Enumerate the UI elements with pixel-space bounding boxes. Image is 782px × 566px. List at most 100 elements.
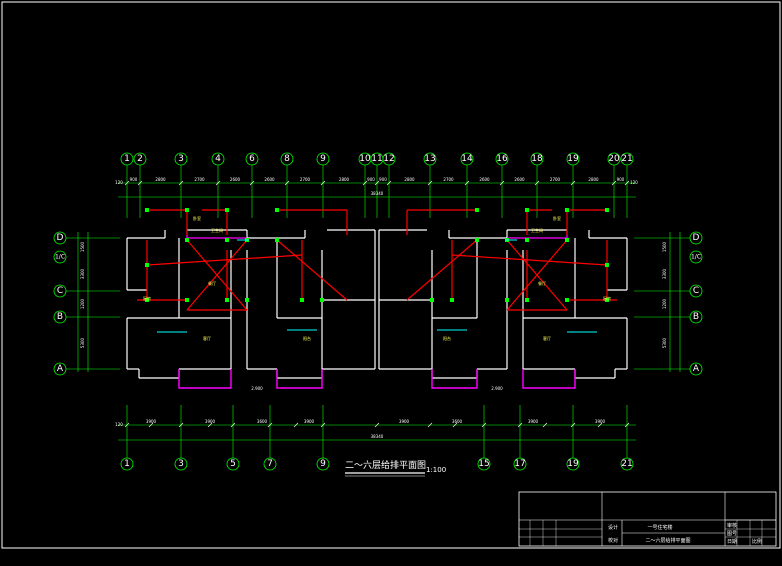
plumbing-pipes bbox=[137, 209, 617, 311]
fixture-marker bbox=[245, 298, 249, 302]
axis-label-left: B bbox=[57, 312, 63, 322]
dim-text-top: 2700 bbox=[194, 177, 205, 182]
room-label: 厨房 bbox=[603, 295, 611, 301]
dim-text-top: 2700 bbox=[300, 177, 311, 182]
stair-elevation: 2.900 bbox=[491, 386, 503, 391]
dim-text-top: 2700 bbox=[443, 177, 454, 182]
fixture-marker bbox=[300, 298, 304, 302]
dim-text-top: 2800 bbox=[588, 177, 599, 182]
fixture-marker bbox=[275, 238, 279, 242]
fixture-marker bbox=[430, 298, 434, 302]
title-block-project: 一号住宅楼 bbox=[647, 524, 672, 531]
pipe-segment bbox=[406, 239, 478, 301]
axis-label-minor-right: 1/C bbox=[691, 254, 701, 261]
cad-drawing: 900 2800 2700 2600 2600 2700 2800 900 900 2800 270… bbox=[1, 1, 781, 549]
axis-label-top: 21 bbox=[621, 154, 632, 164]
title-block-label-check: 校对 bbox=[608, 537, 618, 544]
fixture-marker bbox=[225, 208, 229, 212]
dim-total-bottom: 38340 bbox=[371, 434, 384, 439]
dim-text-top: 2700 bbox=[550, 177, 561, 182]
dim-text-bottom: 3900 bbox=[399, 419, 410, 424]
room-label: 客厅 bbox=[203, 335, 211, 341]
dim-edge-top-left: 120 bbox=[115, 180, 123, 185]
axis-label-top: 20 bbox=[608, 154, 620, 164]
dim-text-bottom: 3900 bbox=[304, 419, 315, 424]
axis-label-bottom: 5 bbox=[230, 459, 236, 469]
dim-text-top: 900 bbox=[379, 177, 387, 182]
axis-label-top: 4 bbox=[215, 154, 221, 164]
drawing-scale: 1:100 bbox=[426, 466, 446, 474]
fixture-marker bbox=[185, 208, 189, 212]
dim-text-left: 3300 bbox=[80, 268, 85, 279]
title-block-label-design: 设计 bbox=[608, 524, 618, 531]
dim-text-right: 5300 bbox=[662, 337, 667, 348]
axis-label-top: 13 bbox=[424, 154, 435, 164]
fixture-marker bbox=[565, 298, 569, 302]
axis-label-top: 1 bbox=[124, 154, 130, 164]
fixture-marker bbox=[185, 298, 189, 302]
dim-text-top: 2600 bbox=[479, 177, 490, 182]
axis-label-bottom: 15 bbox=[478, 459, 489, 469]
pipe-segment bbox=[451, 254, 608, 266]
dim-text-top: 2600 bbox=[264, 177, 275, 182]
dim-text-top: 2600 bbox=[230, 177, 241, 182]
stair-elevation: 2.900 bbox=[251, 386, 263, 391]
room-label: 阳台 bbox=[443, 335, 451, 341]
fixture-marker bbox=[565, 208, 569, 212]
axis-label-minor-left: 1/C bbox=[55, 254, 65, 261]
fixture-marker bbox=[275, 208, 279, 212]
room-label: 卫生间 bbox=[531, 227, 543, 233]
fixture-marker bbox=[185, 238, 189, 242]
axis-label-right: C bbox=[693, 286, 699, 296]
axis-label-bottom: 3 bbox=[178, 459, 184, 469]
axis-label-left: D bbox=[57, 233, 64, 243]
dim-text-bottom: 3900 bbox=[205, 419, 216, 424]
dim-text-left: 1500 bbox=[80, 241, 85, 252]
axis-label-bottom: 1 bbox=[124, 459, 130, 469]
balcony-outline bbox=[522, 369, 576, 389]
dim-text-left: 1200 bbox=[80, 298, 85, 309]
dim-text-bottom: 3900 bbox=[146, 419, 157, 424]
title-block-sheet: 二～六层给排平面图 bbox=[645, 537, 690, 544]
dim-text-right: 3300 bbox=[662, 268, 667, 279]
pipe-segment bbox=[146, 254, 303, 266]
dim-total-top: 38340 bbox=[371, 191, 384, 196]
dim-text-bottom: 3600 bbox=[452, 419, 463, 424]
fixture-marker bbox=[475, 238, 479, 242]
axis-label-top: 12 bbox=[383, 154, 394, 164]
axis-label-top: 16 bbox=[496, 154, 508, 164]
room-label: 阳台 bbox=[303, 335, 311, 341]
room-label: 厨房 bbox=[143, 295, 151, 301]
axis-label-bottom: 21 bbox=[621, 459, 632, 469]
axis-label-bottom: 19 bbox=[567, 459, 579, 469]
fixture-marker bbox=[145, 208, 149, 212]
fixture-marker bbox=[525, 208, 529, 212]
title-block-label-review: 审核 bbox=[727, 522, 737, 529]
axis-label-right: A bbox=[693, 364, 700, 374]
axis-label-top: 11 bbox=[371, 154, 382, 164]
fixture-marker bbox=[605, 263, 609, 267]
axis-label-bottom: 7 bbox=[267, 459, 273, 469]
dim-text-right: 1500 bbox=[662, 241, 667, 252]
fixture-marker bbox=[225, 298, 229, 302]
fixture-marker bbox=[225, 238, 229, 242]
dim-text-top: 2800 bbox=[155, 177, 166, 182]
title-block: 一号住宅楼 二～六层给排平面图 设计 校对 审核 图号 日期 比例 bbox=[518, 491, 777, 547]
axis-label-right: D bbox=[693, 233, 700, 243]
title-block-label-number: 图号 bbox=[727, 531, 737, 537]
fixture-marker bbox=[145, 263, 149, 267]
axis-label-top: 19 bbox=[567, 154, 579, 164]
drawing-title: 二～六层给排平面图 bbox=[345, 459, 426, 471]
axis-label-top: 9 bbox=[320, 154, 326, 164]
title-block-label-date: 日期 bbox=[727, 539, 737, 545]
dim-text-top: 900 bbox=[130, 177, 138, 182]
dim-text-right: 1200 bbox=[662, 298, 667, 309]
dim-text-bottom: 3900 bbox=[595, 419, 606, 424]
axis-label-right: B bbox=[693, 312, 699, 322]
pipe-segment bbox=[276, 239, 348, 301]
room-label: 客厅 bbox=[543, 335, 551, 341]
dim-text-bottom: 3900 bbox=[528, 419, 539, 424]
axis-label-bottom: 17 bbox=[514, 459, 525, 469]
dim-text-top: 2600 bbox=[514, 177, 525, 182]
dim-edge-top-right: 120 bbox=[630, 180, 638, 185]
